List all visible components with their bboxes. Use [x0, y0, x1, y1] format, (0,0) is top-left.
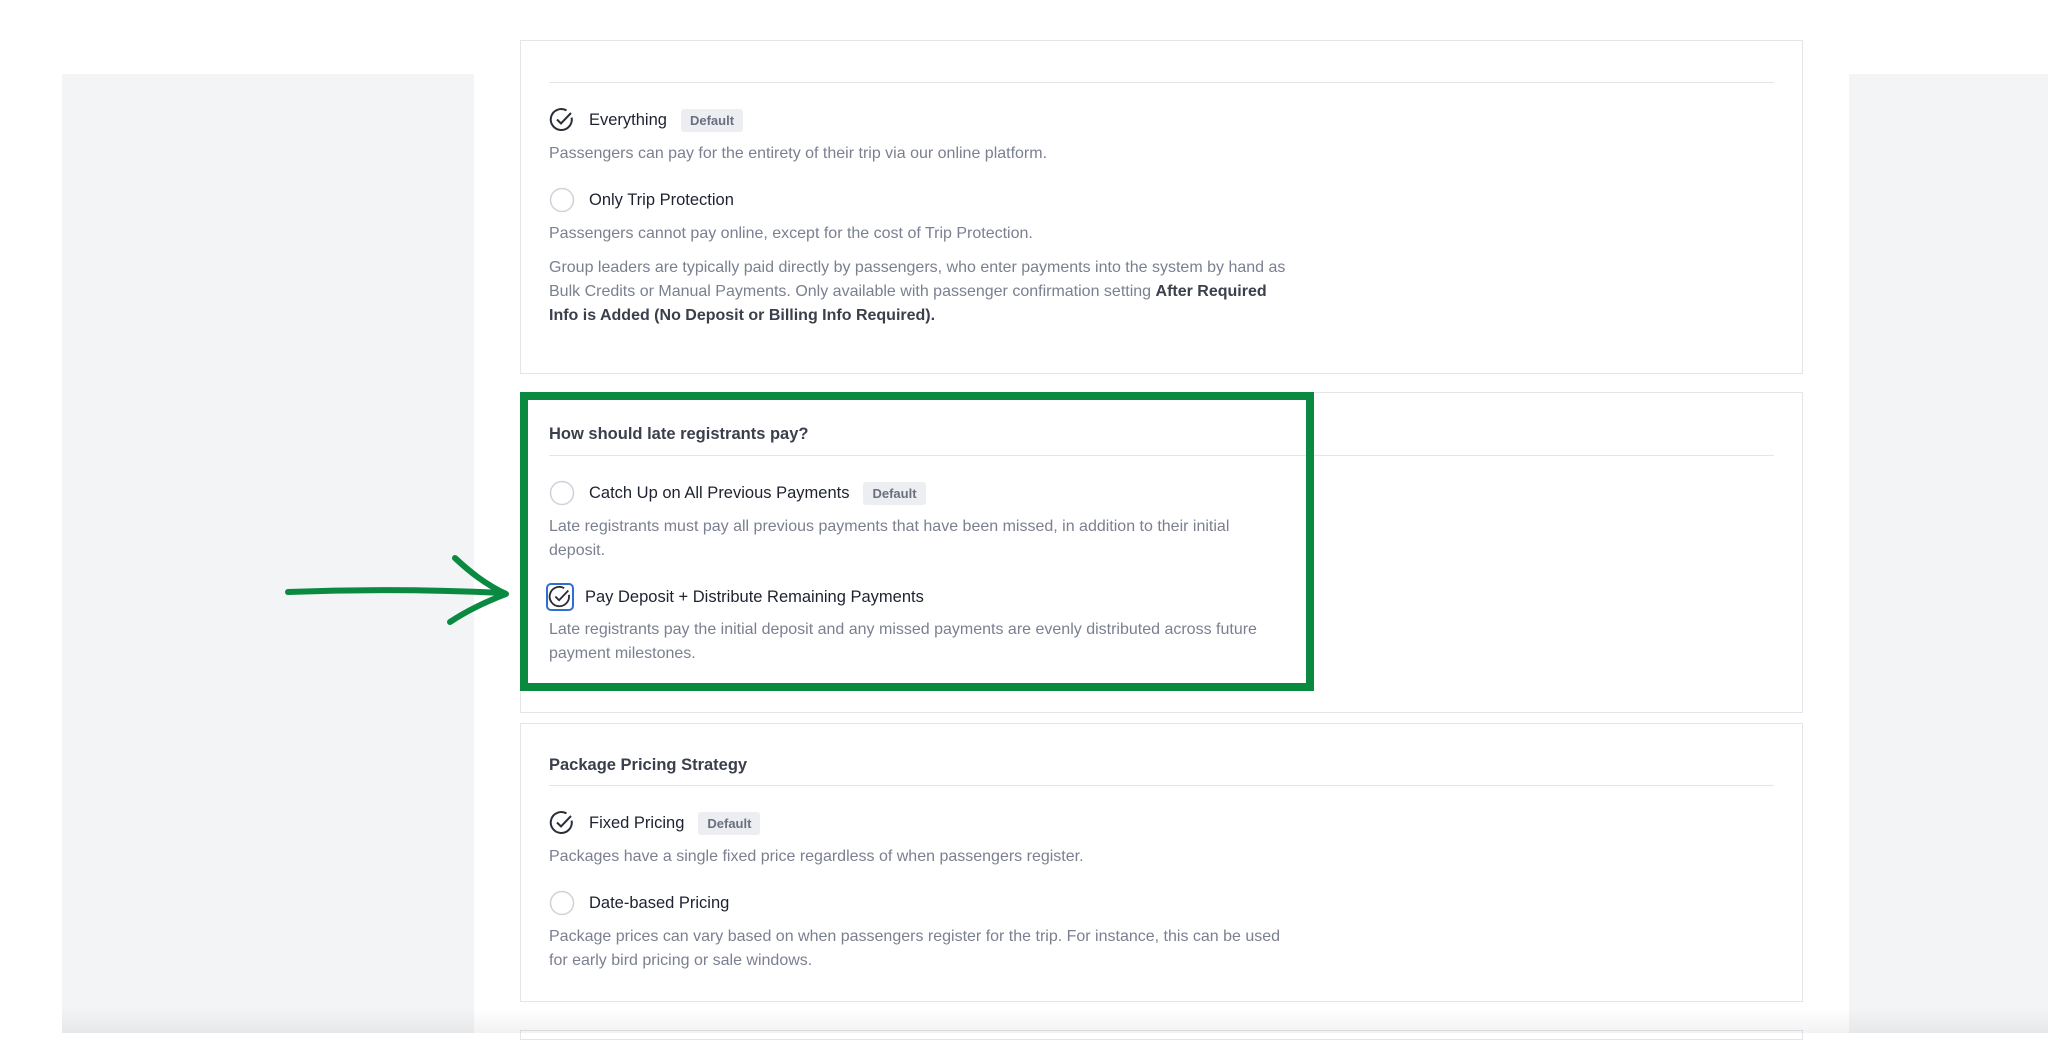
- hand-drawn-arrow-icon: [285, 555, 509, 625]
- empty-radio-icon: [549, 480, 575, 506]
- card-divider: [549, 785, 1774, 786]
- option-date-based-pricing[interactable]: Date-based Pricing: [549, 889, 729, 917]
- option-description: Passengers can pay for the entirety of t…: [549, 145, 1048, 162]
- option-fixed-pricing[interactable]: Fixed Pricing Default: [549, 809, 761, 837]
- option-note: Group leaders are typically paid directl…: [549, 256, 1289, 328]
- option-label: Everything: [589, 110, 667, 129]
- option-description: Passengers cannot pay online, except for…: [549, 225, 1033, 242]
- pricing-strategy-card: Package Pricing Strategy Fixed Pricing D…: [520, 723, 1803, 1002]
- empty-radio-icon: [549, 890, 575, 916]
- option-description: Late registrants pay the initial deposit…: [549, 621, 1257, 662]
- default-badge: Default: [863, 481, 926, 505]
- option-description: Packages have a single fixed price regar…: [549, 848, 1084, 865]
- default-badge: Default: [680, 108, 744, 132]
- option-distribute-payments[interactable]: Pay Deposit + Distribute Remaining Payme…: [546, 583, 924, 611]
- option-only-trip-protection[interactable]: Only Trip Protection: [549, 186, 734, 214]
- option-label: Catch Up on All Previous Payments: [589, 483, 850, 502]
- option-description: Late registrants must pay all previous p…: [549, 518, 1230, 559]
- option-label: Pay Deposit + Distribute Remaining Payme…: [585, 587, 924, 606]
- bottom-shadow: [62, 1008, 2048, 1033]
- check-circle-icon: [549, 107, 575, 133]
- empty-radio-icon: [549, 187, 575, 213]
- default-badge: Default: [698, 811, 761, 835]
- option-everything[interactable]: Everything Default: [549, 106, 744, 134]
- check-circle-icon: [546, 583, 574, 611]
- option-description: Package prices can vary based on when pa…: [549, 928, 1281, 969]
- option-catch-up[interactable]: Catch Up on All Previous Payments Defaul…: [549, 479, 926, 507]
- section-title: How should late registrants pay?: [549, 425, 809, 443]
- check-circle-icon: [549, 810, 575, 836]
- option-label: Fixed Pricing: [589, 813, 685, 832]
- option-label: Only Trip Protection: [589, 190, 734, 209]
- card-divider: [549, 455, 1774, 456]
- option-label: Date-based Pricing: [589, 893, 730, 912]
- late-registrants-card: How should late registrants pay? Catch U…: [520, 392, 1803, 713]
- section-title: Package Pricing Strategy: [549, 756, 748, 774]
- card-divider: [549, 82, 1774, 83]
- payment-scope-card: Everything Default Passengers can pay fo…: [520, 40, 1803, 374]
